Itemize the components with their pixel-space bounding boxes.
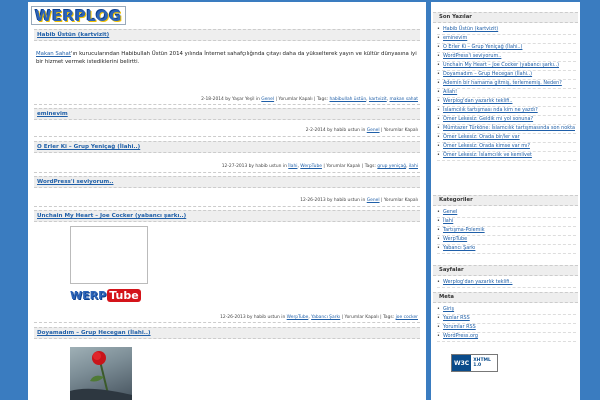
post-meta: 12-26-2013 by habib ustun in Genel | Yor… bbox=[300, 198, 418, 203]
makan-sahat-link[interactable]: Makan Sahat bbox=[36, 51, 71, 57]
rose-illustration bbox=[70, 351, 132, 400]
rose-image[interactable] bbox=[70, 347, 132, 400]
categories-title: Kategoriler bbox=[433, 195, 578, 206]
tag-link[interactable]: ilahi bbox=[409, 164, 418, 169]
site-logo[interactable]: WERPLOG bbox=[31, 6, 126, 25]
post-4: WordPress'i seviyorum.. 12-26-2013 by ha… bbox=[34, 176, 420, 203]
list-item: WordPress'i seviyorum.. bbox=[437, 53, 576, 62]
sidebar: Son Yazılar Habib Üstün (kartvizit) emin… bbox=[431, 2, 580, 400]
list-item: Allah! bbox=[437, 89, 576, 98]
post-title-link[interactable]: Doyamadım – Grup Hecegan (İlahi..) bbox=[37, 330, 151, 336]
list-item: Unchain My Heart – Joe Cocker (yabancı ş… bbox=[437, 62, 576, 71]
post-title: WordPress'i seviyorum.. bbox=[34, 176, 420, 188]
post-meta: 2-2-2014 by habib ustun in Genel | Yorum… bbox=[305, 128, 418, 133]
list-item: Yabancı Şarkı bbox=[437, 245, 576, 254]
post-title-link[interactable]: O Erler Ki – Grup Yeniçağ (İlahi..) bbox=[37, 144, 140, 150]
post-6: Doyamadım – Grup Hecegan (İlahi..) bbox=[34, 327, 420, 339]
list-item: Yorumlar RSS bbox=[437, 324, 576, 333]
category-link[interactable]: İlahi bbox=[288, 164, 297, 169]
meta-list: Giriş Yazılar RSS Yorumlar RSS WordPress… bbox=[437, 306, 576, 342]
meta-title: Meta bbox=[433, 292, 578, 303]
recent-posts-list: Habib Üstün (kartvizit) eminevim O Erler… bbox=[437, 26, 576, 161]
separator bbox=[34, 136, 420, 137]
list-item: WerpTube bbox=[437, 236, 576, 245]
list-item: Werplog'dan yazarlık teklifi.. bbox=[437, 279, 576, 288]
separator bbox=[34, 172, 420, 173]
xhtml-text: XHTML 1.0 bbox=[473, 358, 491, 368]
separator bbox=[34, 206, 420, 207]
list-item: WordPress.org bbox=[437, 333, 576, 342]
werptube-logo-b: Tube bbox=[107, 288, 141, 302]
tag-link[interactable]: grup yeniçağ bbox=[377, 164, 406, 169]
list-item: Habib Üstün (kartvizit) bbox=[437, 26, 576, 35]
post-title: Doyamadım – Grup Hecegan (İlahi..) bbox=[34, 327, 420, 339]
post-1: Habib Üstün (kartvizit) Makan Sahat'ın k… bbox=[34, 29, 420, 102]
list-item: Giriş bbox=[437, 306, 576, 315]
category-link[interactable]: Genel bbox=[367, 128, 380, 133]
pages-title: Sayfalar bbox=[433, 265, 578, 276]
post-3: O Erler Ki – Grup Yeniçağ (İlahi..) 12-2… bbox=[34, 141, 420, 169]
list-item: O Erler Ki – Grup Yeniçağ (İlahi..) bbox=[437, 44, 576, 53]
tag-link[interactable]: joe cocker bbox=[396, 315, 418, 320]
post-meta: 12-26-2013 by habib ustun in WerpTube, Y… bbox=[220, 315, 418, 320]
category-link[interactable]: Genel bbox=[367, 198, 380, 203]
category-link[interactable]: Genel bbox=[261, 97, 274, 102]
tag-link[interactable]: habibullah üstün bbox=[329, 97, 366, 102]
post-meta: 2-18-2014 by Yaşar Yeşil in Genel | Yoru… bbox=[201, 97, 418, 102]
list-item: İlahi bbox=[437, 218, 576, 227]
category-link[interactable]: WerpTube bbox=[287, 315, 309, 320]
post-title-link[interactable]: Unchain My Heart – Joe Cocker (yabancı ş… bbox=[37, 213, 186, 219]
post-title-link[interactable]: Habib Üstün (kartvizit) bbox=[37, 32, 109, 38]
category-link[interactable]: Yabancı Şarkı bbox=[311, 315, 340, 320]
post-meta: 12-27-2013 by habib ustun in İlahi, Werp… bbox=[221, 164, 418, 169]
post-2: eminevim 2-2-2014 by habib ustun in Gene… bbox=[34, 108, 420, 133]
post-title: Habib Üstün (kartvizit) bbox=[34, 29, 420, 41]
list-item: Ömer Lekesiz: Geldik mi yol sonuna? bbox=[437, 116, 576, 125]
list-item: Ademin bir hamama gitmiş, terlememiş. Ne… bbox=[437, 80, 576, 89]
tag-link[interactable]: makan sahat bbox=[390, 97, 418, 102]
list-item: İslamcılık tartışması nda kim ne yazdı? bbox=[437, 107, 576, 116]
w3c-xhtml-badge[interactable]: W3C XHTML 1.0 bbox=[451, 354, 498, 372]
list-item: Werplog'dan yazarlık teklifi.. bbox=[437, 98, 576, 107]
werptube-logo-a: WERP bbox=[70, 288, 107, 302]
video-thumbnail[interactable] bbox=[70, 226, 148, 284]
list-item: Yazılar RSS bbox=[437, 315, 576, 324]
list-item: Ömer Lekesiz: İslamcılık ve kemlivet bbox=[437, 152, 576, 161]
recent-posts-title: Son Yazılar bbox=[433, 12, 578, 23]
post-title-link[interactable]: WordPress'i seviyorum.. bbox=[37, 179, 113, 185]
post-5: Unchain My Heart – Joe Cocker (yabancı ş… bbox=[34, 210, 420, 320]
categories-list: Genel İlahi Tartışma-Polemik WerpTube Ya… bbox=[437, 209, 576, 254]
werptube-logo[interactable]: WERP Tube bbox=[70, 284, 146, 306]
pages-list: Werplog'dan yazarlık teklifi.. bbox=[437, 279, 576, 288]
w3c-text: W3C bbox=[452, 355, 472, 371]
post-text: 'ın kurucularından Habibullah Üstün 2014… bbox=[36, 51, 417, 65]
list-item: Tartışma-Polemik bbox=[437, 227, 576, 236]
list-item: Ömer Lekesiz: Orada kimse var mı? bbox=[437, 143, 576, 152]
post-body: Makan Sahat'ın kurucularından Habibullah… bbox=[34, 41, 420, 66]
list-item: Doyamadım – Grup Hecegan (İlahi..) bbox=[437, 71, 576, 80]
separator bbox=[34, 322, 420, 323]
list-item: Ömer Lekesiz: Orada bir/ler var bbox=[437, 134, 576, 143]
post-title: eminevim bbox=[34, 108, 420, 120]
logo-text: WERPLOG bbox=[35, 6, 122, 25]
tag-link[interactable]: kartvizit bbox=[369, 97, 387, 102]
list-item: Mümtazer Türköne: İslamcılık tartışmasın… bbox=[437, 125, 576, 134]
separator bbox=[34, 104, 420, 105]
post-title-link[interactable]: eminevim bbox=[37, 111, 68, 117]
post-title: O Erler Ki – Grup Yeniçağ (İlahi..) bbox=[34, 141, 420, 153]
post-title: Unchain My Heart – Joe Cocker (yabancı ş… bbox=[34, 210, 420, 222]
list-item: eminevim bbox=[437, 35, 576, 44]
main-content: WERPLOG Habib Üstün (kartvizit) Makan Sa… bbox=[28, 2, 426, 400]
list-item: Genel bbox=[437, 209, 576, 218]
category-link[interactable]: WerpTube bbox=[300, 164, 322, 169]
